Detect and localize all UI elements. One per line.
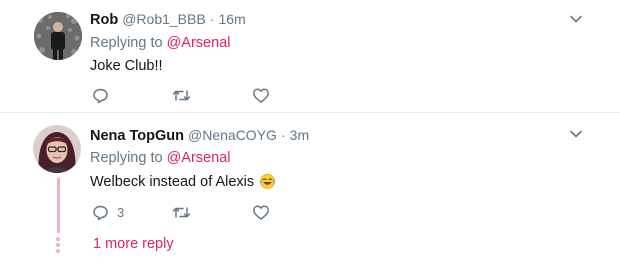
like-button[interactable] — [252, 85, 332, 105]
replying-to: Replying to @Arsenal — [90, 35, 230, 51]
avatar[interactable] — [34, 12, 82, 60]
user-handle[interactable]: @NenaCOYG — [188, 127, 277, 143]
heart-icon — [253, 204, 269, 220]
replying-to-mention-link[interactable]: @Arsenal — [167, 150, 231, 166]
reply-button[interactable]: 3 — [92, 202, 172, 222]
tweet-header: Rob @Rob1_BBB · 16m — [90, 11, 246, 28]
timestamp[interactable]: 16m — [218, 11, 245, 27]
tweet-text: Joke Club!! — [90, 58, 163, 74]
tweet-actions — [92, 85, 332, 105]
timestamp[interactable]: 3m — [290, 127, 309, 143]
reply-button[interactable] — [92, 85, 172, 105]
display-name[interactable]: Rob — [90, 12, 118, 28]
tweet-rob[interactable]: Rob @Rob1_BBB · 16m Replying to @Arsenal… — [0, 0, 620, 113]
tweet-text-row: Welbeck instead of Alexis — [90, 173, 276, 190]
reply-count: 3 — [117, 204, 125, 220]
tweet-actions: 3 — [92, 202, 332, 222]
more-replies-link[interactable]: 1 more reply — [93, 236, 174, 252]
replying-to-label: Replying to — [90, 35, 163, 51]
chevron-down-icon[interactable] — [568, 126, 584, 142]
user-handle[interactable]: @Rob1_BBB — [122, 11, 205, 27]
separator-dot: · — [280, 127, 286, 143]
retweet-button[interactable] — [172, 85, 252, 105]
tweet-nena[interactable]: Nena TopGun @NenaCOYG · 3m Replying to @… — [0, 114, 620, 265]
crying-laughing-emoji-icon — [260, 174, 276, 189]
chevron-down-icon[interactable] — [568, 11, 584, 27]
tweet-text: Welbeck instead of Alexis — [90, 173, 255, 190]
heart-icon — [253, 87, 269, 103]
thread-dots — [56, 237, 61, 253]
replying-to-label: Replying to — [90, 150, 163, 166]
replying-to-mention-link[interactable]: @Arsenal — [167, 35, 231, 51]
retweet-icon — [172, 206, 191, 218]
replying-to: Replying to @Arsenal — [90, 150, 230, 166]
thread-connector-line — [57, 178, 60, 233]
retweet-button[interactable] — [172, 202, 252, 222]
reply-icon — [93, 205, 108, 220]
avatar[interactable] — [33, 125, 81, 173]
retweet-icon — [172, 89, 191, 101]
reply-icon — [93, 88, 108, 103]
like-button[interactable] — [252, 202, 332, 222]
separator-dot: · — [209, 11, 215, 27]
tweet-header: Nena TopGun @NenaCOYG · 3m — [90, 127, 309, 144]
display-name[interactable]: Nena TopGun — [90, 128, 184, 144]
